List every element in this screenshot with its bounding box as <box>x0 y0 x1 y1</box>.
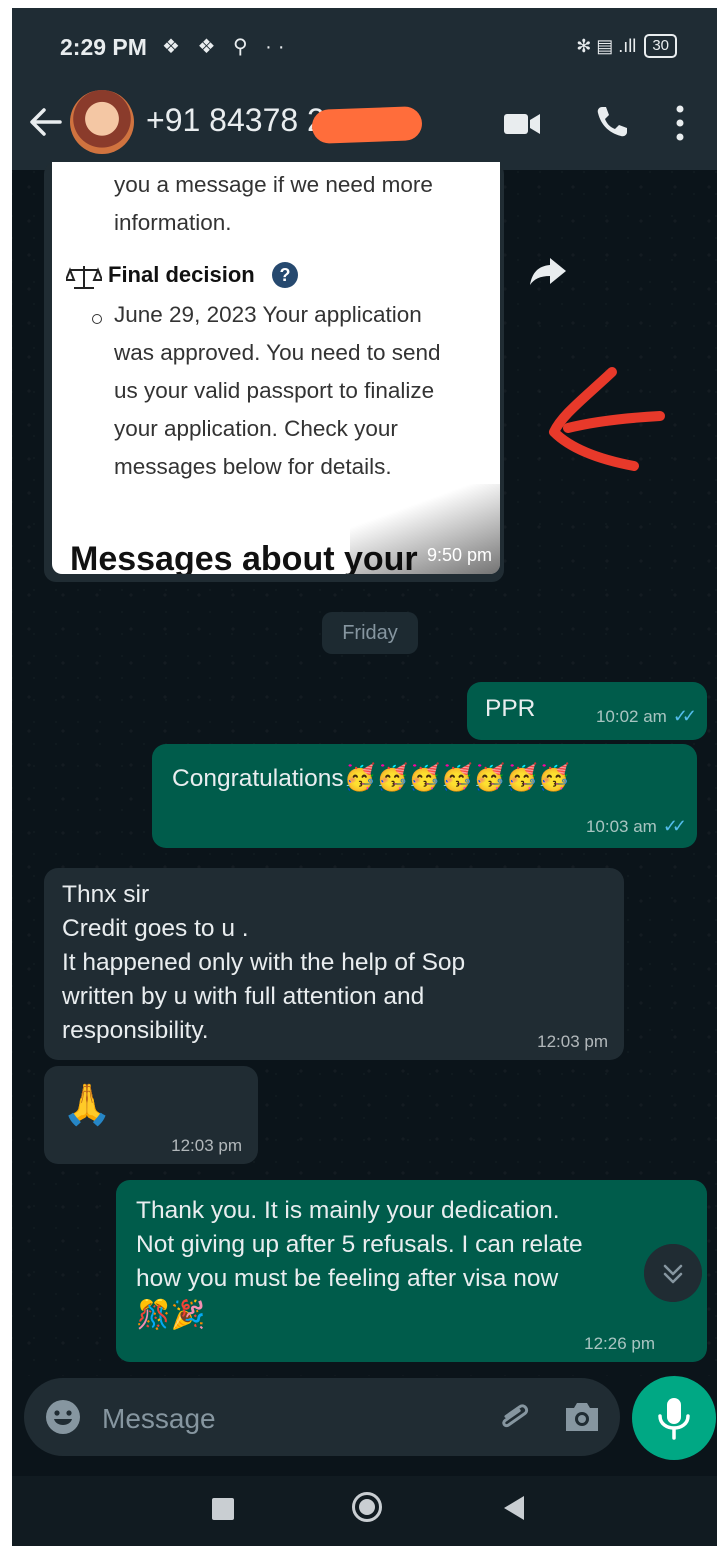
battery-icon: 30 <box>644 34 677 58</box>
confetti-emoji: 🎊🎉 <box>136 1299 206 1330</box>
voice-call-icon[interactable] <box>594 104 630 140</box>
mic-button[interactable] <box>632 1376 716 1460</box>
signal-icons: ✻ ▤ .ıll <box>576 35 637 56</box>
nav-back-button[interactable] <box>504 1496 524 1520</box>
scale-icon <box>66 266 102 289</box>
decision-line: messages below for details. <box>114 454 392 479</box>
system-status-icons: ✻ ▤ .ıll 30 <box>576 34 677 58</box>
status-time: 2:29 PM <box>60 34 147 60</box>
decision-line: us your valid passport to finalize <box>114 378 435 403</box>
message-time: 10:02 am <box>595 707 667 726</box>
message-meta: 10:03 am ✓✓ <box>585 816 687 837</box>
message-text: Congratulations <box>172 765 344 792</box>
contact-name[interactable]: +91 84378 2 <box>146 102 325 139</box>
android-nav-bar <box>12 1476 717 1546</box>
notification-icons: ❖ ❖ ⚲ ·· <box>162 36 291 58</box>
chat-header: +91 84378 2 <box>12 78 717 170</box>
chat-area[interactable]: you a message if we need more informatio… <box>12 162 717 1376</box>
more-options-icon[interactable] <box>672 104 688 142</box>
red-arrow-annotation <box>549 367 665 471</box>
read-receipt-icon: ✓✓ <box>672 706 697 726</box>
outgoing-message[interactable]: Congratulations🥳🥳🥳🥳🥳🥳🥳 10:03 am ✓✓ <box>152 744 697 848</box>
composer-bar <box>12 1376 717 1476</box>
mic-icon <box>658 1398 690 1440</box>
redaction-mark <box>311 106 423 144</box>
doc-text-line: information. <box>114 210 232 235</box>
message-text-line: Congratulations🥳🥳🥳🥳🥳🥳🥳 <box>172 760 570 796</box>
decision-line: June 29, 2023 Your application <box>114 302 422 327</box>
help-icon: ? <box>272 262 298 288</box>
attach-icon[interactable] <box>494 1396 536 1438</box>
camera-icon[interactable] <box>562 1398 602 1436</box>
final-decision-heading: Final decision <box>108 262 255 287</box>
message-time: 9:50 pm <box>426 545 492 565</box>
message-input[interactable] <box>100 1398 464 1440</box>
video-call-icon[interactable] <box>502 110 542 138</box>
message-text: Thank you. It is mainly your dedication.… <box>136 1197 583 1292</box>
back-arrow-icon[interactable] <box>26 100 66 144</box>
praying-hands-emoji: 🙏 <box>62 1083 112 1127</box>
bullet-icon <box>92 314 102 324</box>
outgoing-message[interactable]: PPR 10:02 am ✓✓ <box>467 682 707 740</box>
message-field[interactable] <box>24 1378 620 1456</box>
emoji-icon[interactable] <box>44 1398 82 1436</box>
forward-icon[interactable] <box>528 254 568 288</box>
decision-line: was approved. You need to send <box>114 340 441 365</box>
contact-avatar[interactable] <box>70 90 134 154</box>
doc-text-line: you a message if we need more <box>114 172 433 197</box>
home-button[interactable] <box>352 1492 382 1522</box>
image-message-bubble[interactable]: you a message if we need more informatio… <box>44 162 504 582</box>
message-time: 12:26 pm <box>584 1334 655 1353</box>
scroll-down-icon[interactable] <box>644 1244 702 1302</box>
read-receipt-icon: ✓✓ <box>662 816 687 836</box>
message-time: 10:03 am <box>585 817 657 836</box>
phone-screen: 2:29 PM ❖ ❖ ⚲ ·· ✻ ▤ .ıll 30 +91 84378 2… <box>12 8 717 1546</box>
message-text: PPR <box>485 695 536 722</box>
message-time: 12:03 pm <box>171 1136 242 1155</box>
outgoing-message[interactable]: Thank you. It is mainly your dedication.… <box>116 1180 707 1362</box>
decision-line: your application. Check your <box>114 416 398 441</box>
incoming-message[interactable]: 🙏 12:03 pm <box>44 1066 258 1164</box>
message-text: Thnx sir Credit goes to u . It happened … <box>62 881 466 1044</box>
party-face-emoji: 🥳🥳🥳🥳🥳🥳🥳 <box>343 762 571 792</box>
status-bar: 2:29 PM ❖ ❖ ⚲ ·· ✻ ▤ .ıll 30 <box>12 8 717 78</box>
incoming-message[interactable]: Thnx sir Credit goes to u . It happened … <box>44 868 624 1060</box>
date-separator: Friday <box>322 612 418 654</box>
message-time: 12:03 pm <box>537 1032 608 1051</box>
screenshot-image[interactable]: you a message if we need more informatio… <box>52 162 500 574</box>
message-meta: 10:02 am ✓✓ <box>595 706 697 727</box>
recents-button[interactable] <box>212 1498 234 1520</box>
